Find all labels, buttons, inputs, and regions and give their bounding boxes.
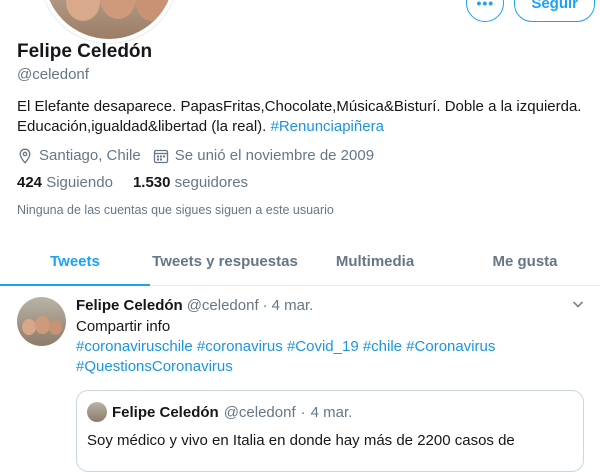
quoted-tweet-header: Felipe Celedón @celedonf · 4 mar.: [87, 402, 352, 422]
tab-likes[interactable]: Me gusta: [450, 238, 600, 285]
followers-stat[interactable]: 1.530 seguidores: [133, 174, 248, 191]
following-stat[interactable]: 424 Siguiendo: [17, 174, 113, 191]
profile-avatar[interactable]: [40, 0, 178, 43]
quoted-tweet-avatar: [87, 402, 107, 422]
quoted-author-name: Felipe Celedón: [112, 403, 219, 421]
tweet-avatar[interactable]: [17, 297, 66, 346]
calendar-icon: [153, 149, 168, 163]
tweet-author-name[interactable]: Felipe Celedón: [76, 296, 183, 316]
quoted-tweet[interactable]: Felipe Celedón @celedonf · 4 mar. Soy mé…: [76, 390, 584, 472]
tweet-separator: ·: [262, 297, 268, 314]
more-options-button[interactable]: •••: [466, 0, 505, 22]
quoted-date: 4 mar.: [310, 403, 353, 421]
profile-actions: ••• Seguir: [466, 0, 595, 22]
location-pin-icon: [19, 148, 31, 164]
tweet-header: Felipe Celedón @celedonf · 4 mar.: [76, 296, 586, 316]
quoted-separator: ·: [300, 403, 306, 421]
tweet-body: Felipe Celedón @celedonf · 4 mar. Compar…: [76, 296, 586, 376]
profile-tabs: Tweets Tweets y respuestas Multimedia Me…: [0, 238, 600, 286]
followers-label: seguidores: [174, 174, 249, 191]
more-dots-icon: •••: [476, 0, 495, 11]
tab-media[interactable]: Multimedia: [300, 238, 450, 285]
location-text: Santiago, Chile: [39, 147, 141, 164]
profile-info: Felipe Celedón @celedonf El Elefante des…: [17, 40, 587, 217]
profile-name: Felipe Celedón: [17, 41, 153, 62]
tab-tweets[interactable]: Tweets: [0, 238, 150, 286]
tweet-hashtags-line1[interactable]: #coronaviruschile #coronavirus #Covid_19…: [76, 337, 586, 356]
bio-hashtag-link[interactable]: #Renunciapiñera: [271, 118, 384, 135]
chevron-down-icon[interactable]: [570, 296, 586, 312]
profile-meta: Santiago, Chile Se unió el noviembre de …: [17, 147, 587, 164]
joined-text: Se unió el noviembre de 2009: [174, 147, 375, 164]
profile-handle: @celedonf: [17, 66, 89, 83]
profile-stats: 424 Siguiendo 1.530 seguidores: [17, 174, 587, 191]
tweet-hashtags-line2[interactable]: #QuestionsCoronavirus: [76, 357, 586, 376]
profile-location: Santiago, Chile: [17, 147, 141, 164]
following-count: 424: [17, 174, 43, 191]
profile-joined: Se unió el noviembre de 2009: [153, 147, 374, 164]
quoted-tweet-text: Soy médico y vivo en Italia en donde hay…: [87, 432, 515, 449]
followers-count: 1.530: [132, 174, 171, 191]
tweet-text: Compartir info: [76, 318, 171, 335]
profile-bio: El Elefante desaparece. PapasFritas,Choc…: [17, 97, 587, 137]
quoted-author-handle: @celedonf: [223, 403, 296, 421]
following-label: Siguiendo: [46, 174, 113, 191]
tab-tweets-and-replies[interactable]: Tweets y respuestas: [150, 238, 300, 285]
followers-you-know-note: Ninguna de las cuentas que sigues siguen…: [17, 203, 334, 217]
tweet[interactable]: Felipe Celedón @celedonf · 4 mar. Compar…: [0, 286, 600, 472]
tweet-author-handle[interactable]: @celedonf: [187, 296, 259, 316]
tweet-date[interactable]: 4 mar.: [272, 296, 314, 316]
follow-button-label: Seguir: [531, 0, 578, 12]
follow-button[interactable]: Seguir: [514, 0, 595, 22]
